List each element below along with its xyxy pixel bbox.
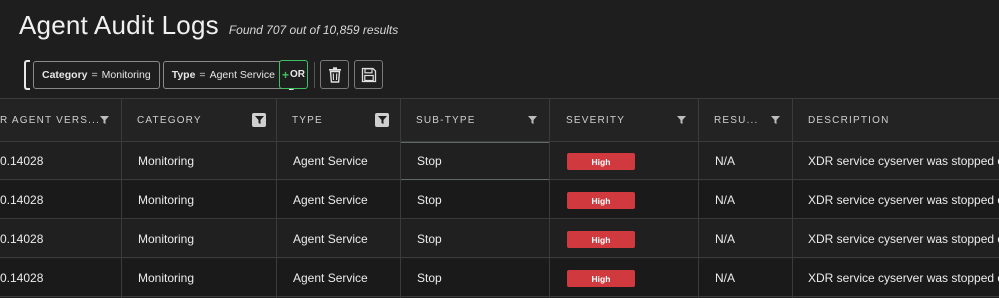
- filter-chip-type[interactable]: Type = Agent Service: [162, 61, 284, 89]
- table-row[interactable]: 0.14028 Monitoring Agent Service Stop Hi…: [0, 220, 999, 258]
- column-header-label: DESCRIPTION: [808, 115, 890, 126]
- cell-result: N/A: [715, 154, 736, 168]
- add-or-filter-button[interactable]: + OR: [279, 60, 308, 89]
- cell-category: Monitoring: [138, 271, 195, 285]
- column-header-category[interactable]: CATEGORY: [137, 99, 202, 142]
- cell-agent-version: 0.14028: [0, 232, 44, 246]
- cell-sub-type: Stop: [417, 232, 442, 246]
- column-header-agent-version[interactable]: R AGENT VERS...: [0, 99, 100, 142]
- cell-agent-version: 0.14028: [0, 154, 44, 168]
- filter-key: Type: [171, 69, 196, 81]
- column-header-severity[interactable]: SEVERITY: [566, 99, 625, 142]
- filter-chip-category[interactable]: Category = Monitoring: [33, 61, 160, 89]
- filter-value: Monitoring: [101, 69, 151, 81]
- filter-icon-active[interactable]: [375, 113, 389, 127]
- column-header-label: R AGENT VERS...: [0, 115, 101, 126]
- page-header: Agent Audit Logs Found 707 out of 10,859…: [19, 10, 398, 44]
- trash-icon: [328, 66, 341, 83]
- cell-agent-version: 0.14028: [0, 271, 44, 285]
- filter-key: Category: [42, 69, 88, 81]
- cell-description: XDR service cyserver was stopped on: [808, 232, 999, 246]
- cell-description: XDR service cyserver was stopped on: [808, 193, 999, 207]
- cell-description: XDR service cyserver was stopped on: [808, 154, 999, 168]
- column-divider[interactable]: [400, 99, 401, 298]
- table-row[interactable]: 0.14028 Monitoring Agent Service Stop Hi…: [0, 181, 999, 219]
- filter-icon-active[interactable]: [252, 113, 266, 127]
- save-filter-button[interactable]: [354, 60, 383, 89]
- page-title: Agent Audit Logs: [19, 10, 219, 40]
- toolbar-divider: [314, 62, 315, 88]
- cell-type: Agent Service: [293, 154, 368, 168]
- cell-result: N/A: [715, 271, 736, 285]
- filter-group-open-bracket: [24, 60, 30, 90]
- filter-operator: =: [199, 69, 206, 81]
- cell-type: Agent Service: [293, 193, 368, 207]
- column-header-type[interactable]: TYPE: [292, 99, 323, 142]
- or-label: OR: [290, 69, 305, 80]
- column-header-description[interactable]: DESCRIPTION: [808, 99, 890, 142]
- column-header-result[interactable]: RESU...: [714, 99, 759, 142]
- save-icon: [361, 67, 376, 82]
- filter-bar: Category = Monitoring Type = Agent Servi…: [24, 60, 295, 90]
- column-header-sub-type[interactable]: SUB-TYPE: [416, 99, 476, 142]
- cell-type: Agent Service: [293, 232, 368, 246]
- column-header-label: RESU...: [714, 115, 759, 126]
- column-divider[interactable]: [698, 99, 699, 298]
- column-header-label: TYPE: [292, 115, 323, 126]
- cell-agent-version: 0.14028: [0, 193, 44, 207]
- column-divider[interactable]: [276, 99, 277, 298]
- delete-filter-button[interactable]: [320, 60, 349, 89]
- cell-result: N/A: [715, 193, 736, 207]
- column-divider[interactable]: [792, 99, 793, 298]
- cell-sub-type: Stop: [417, 193, 442, 207]
- cell-type: Agent Service: [293, 271, 368, 285]
- cell-category: Monitoring: [138, 154, 195, 168]
- result-count: Found 707 out of 10,859 results: [228, 23, 399, 37]
- cell-description: XDR service cyserver was stopped on: [808, 271, 999, 285]
- column-divider[interactable]: [549, 99, 550, 298]
- cell-category: Monitoring: [138, 193, 195, 207]
- cell-category: Monitoring: [138, 232, 195, 246]
- cell-sub-type: Stop: [417, 271, 442, 285]
- cell-result: N/A: [715, 232, 736, 246]
- filter-operator: =: [91, 69, 98, 81]
- severity-badge: High: [567, 270, 635, 287]
- audit-log-table: R AGENT VERS... CATEGORY TYPE SUB-TYPE S…: [0, 98, 999, 298]
- severity-badge: High: [567, 192, 635, 209]
- severity-badge: High: [567, 231, 635, 248]
- cell-sub-type[interactable]: Stop: [417, 142, 442, 180]
- table-row[interactable]: 0.14028 Monitoring Agent Service Stop Hi…: [0, 259, 999, 297]
- plus-icon: +: [281, 67, 289, 82]
- column-header-label: CATEGORY: [137, 115, 202, 126]
- severity-badge: High: [567, 153, 635, 170]
- column-header-label: SEVERITY: [566, 115, 626, 126]
- filter-icon[interactable]: [97, 113, 111, 127]
- filter-icon[interactable]: [525, 113, 539, 127]
- column-divider[interactable]: [121, 99, 122, 298]
- table-row[interactable]: 0.14028 Monitoring Agent Service Stop Hi…: [0, 142, 999, 180]
- filter-icon[interactable]: [768, 113, 782, 127]
- filter-icon[interactable]: [674, 113, 688, 127]
- filter-value: Agent Service: [209, 69, 275, 81]
- column-header-label: SUB-TYPE: [416, 115, 476, 126]
